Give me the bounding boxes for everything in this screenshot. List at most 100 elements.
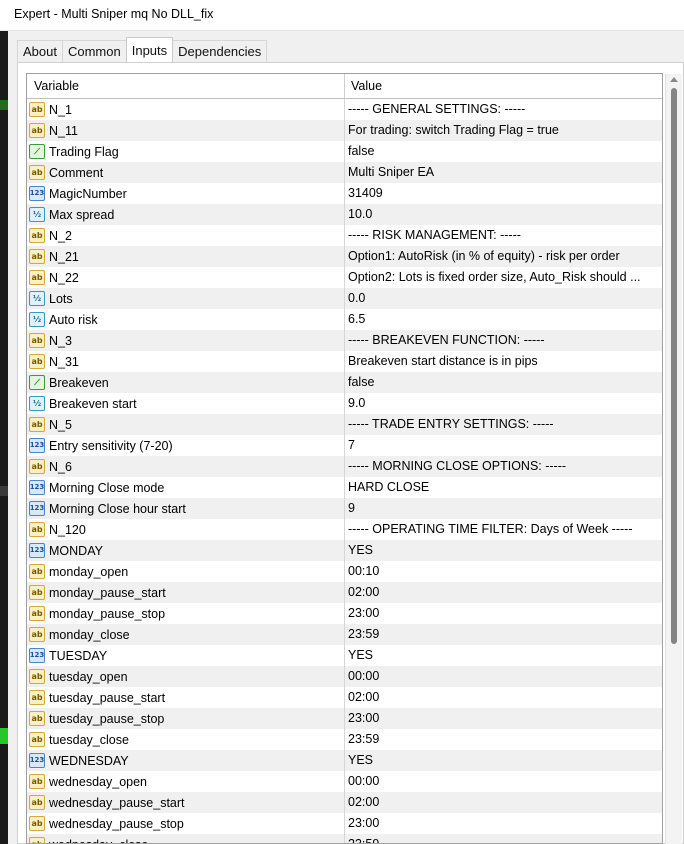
- variable-cell[interactable]: 123 MONDAY: [27, 540, 345, 561]
- table-row[interactable]: 123 MONDAY YES: [27, 540, 662, 561]
- variable-cell[interactable]: 123 Morning Close hour start: [27, 498, 345, 519]
- variable-cell[interactable]: ab N_11: [27, 120, 345, 141]
- variable-cell[interactable]: ab N_120: [27, 519, 345, 540]
- tab-dependencies[interactable]: Dependencies: [172, 40, 268, 62]
- variable-cell[interactable]: ab Comment: [27, 162, 345, 183]
- table-row[interactable]: ab N_21 Option1: AutoRisk (in % of equity)…: [27, 246, 662, 267]
- table-row[interactable]: ⟋ Breakeven false: [27, 372, 662, 393]
- value-cell[interactable]: ----- TRADE ENTRY SETTINGS: -----: [345, 414, 662, 435]
- variable-cell[interactable]: ab N_2: [27, 225, 345, 246]
- table-row[interactable]: ab N_5 ----- TRADE ENTRY SETTINGS: -----: [27, 414, 662, 435]
- variable-cell[interactable]: 123 WEDNESDAY: [27, 750, 345, 771]
- table-row[interactable]: ab monday_pause_start 02:00: [27, 582, 662, 603]
- value-cell[interactable]: HARD CLOSE: [345, 477, 662, 498]
- table-row[interactable]: ½ Breakeven start 9.0: [27, 393, 662, 414]
- column-header-variable[interactable]: Variable: [27, 74, 345, 98]
- value-cell[interactable]: Option2: Lots is fixed order size, Auto_…: [345, 267, 662, 288]
- variable-cell[interactable]: ab N_6: [27, 456, 345, 477]
- table-row[interactable]: ab wednesday_pause_stop 23:00: [27, 813, 662, 834]
- variable-cell[interactable]: ½ Lots: [27, 288, 345, 309]
- value-cell[interactable]: 9: [345, 498, 662, 519]
- table-row[interactable]: ab N_22 Option2: Lots is fixed order size,…: [27, 267, 662, 288]
- table-row[interactable]: 123 WEDNESDAY YES: [27, 750, 662, 771]
- variable-cell[interactable]: ab N_31: [27, 351, 345, 372]
- table-row[interactable]: ab wednesday_pause_start 02:00: [27, 792, 662, 813]
- variable-cell[interactable]: 123 Entry sensitivity (7-20): [27, 435, 345, 456]
- table-row[interactable]: ab N_11 For trading: switch Trading Flag =…: [27, 120, 662, 141]
- table-row[interactable]: 123 Morning Close hour start 9: [27, 498, 662, 519]
- value-cell[interactable]: 7: [345, 435, 662, 456]
- table-row[interactable]: ab N_6 ----- MORNING CLOSE OPTIONS: -----: [27, 456, 662, 477]
- value-cell[interactable]: 31409: [345, 183, 662, 204]
- scroll-thumb[interactable]: [671, 88, 677, 644]
- value-cell[interactable]: 23:00: [345, 813, 662, 834]
- value-cell[interactable]: Breakeven start distance is in pips: [345, 351, 662, 372]
- variable-cell[interactable]: ½ Auto risk: [27, 309, 345, 330]
- value-cell[interactable]: ----- GENERAL SETTINGS: -----: [345, 99, 662, 120]
- table-row[interactable]: ab N_1 ----- GENERAL SETTINGS: -----: [27, 99, 662, 120]
- value-cell[interactable]: Option1: AutoRisk (in % of equity) - ris…: [345, 246, 662, 267]
- value-cell[interactable]: 23:59: [345, 834, 662, 843]
- variable-cell[interactable]: ab wednesday_close: [27, 834, 345, 843]
- table-row[interactable]: ab wednesday_open 00:00: [27, 771, 662, 792]
- value-cell[interactable]: 00:00: [345, 771, 662, 792]
- table-row[interactable]: ½ Max spread 10.0: [27, 204, 662, 225]
- variable-cell[interactable]: ab monday_pause_stop: [27, 603, 345, 624]
- variable-cell[interactable]: ab N_1: [27, 99, 345, 120]
- variable-cell[interactable]: ab tuesday_open: [27, 666, 345, 687]
- value-cell[interactable]: Multi Sniper EA: [345, 162, 662, 183]
- value-cell[interactable]: 23:00: [345, 708, 662, 729]
- value-cell[interactable]: 02:00: [345, 687, 662, 708]
- value-cell[interactable]: ----- MORNING CLOSE OPTIONS: -----: [345, 456, 662, 477]
- variable-cell[interactable]: ab wednesday_pause_start: [27, 792, 345, 813]
- table-row[interactable]: ab tuesday_close 23:59: [27, 729, 662, 750]
- value-cell[interactable]: 23:59: [345, 624, 662, 645]
- table-row[interactable]: ab N_120 ----- OPERATING TIME FILTER: Days…: [27, 519, 662, 540]
- variable-cell[interactable]: ⟋ Breakeven: [27, 372, 345, 393]
- table-row[interactable]: ab tuesday_pause_start 02:00: [27, 687, 662, 708]
- variable-cell[interactable]: 123 MagicNumber: [27, 183, 345, 204]
- value-cell[interactable]: false: [345, 372, 662, 393]
- value-cell[interactable]: 23:59: [345, 729, 662, 750]
- variable-cell[interactable]: ab tuesday_close: [27, 729, 345, 750]
- tab-common[interactable]: Common: [61, 40, 127, 62]
- tab-about[interactable]: About: [17, 40, 63, 62]
- table-row[interactable]: ab N_3 ----- BREAKEVEN FUNCTION: -----: [27, 330, 662, 351]
- window-titlebar[interactable]: Expert - Multi Sniper mq No DLL_fix: [0, 0, 684, 31]
- table-row[interactable]: ab tuesday_open 00:00: [27, 666, 662, 687]
- variable-cell[interactable]: 123 Morning Close mode: [27, 477, 345, 498]
- value-cell[interactable]: 00:00: [345, 666, 662, 687]
- value-cell[interactable]: ----- BREAKEVEN FUNCTION: -----: [345, 330, 662, 351]
- table-row[interactable]: 123 Morning Close mode HARD CLOSE: [27, 477, 662, 498]
- value-cell[interactable]: YES: [345, 645, 662, 666]
- variable-cell[interactable]: ab N_21: [27, 246, 345, 267]
- value-cell[interactable]: YES: [345, 750, 662, 771]
- tab-inputs[interactable]: Inputs: [125, 37, 174, 62]
- variable-cell[interactable]: ab wednesday_pause_stop: [27, 813, 345, 834]
- table-row[interactable]: 123 TUESDAY YES: [27, 645, 662, 666]
- value-cell[interactable]: 00:10: [345, 561, 662, 582]
- value-cell[interactable]: ----- OPERATING TIME FILTER: Days of Wee…: [345, 519, 662, 540]
- table-row[interactable]: ab monday_pause_stop 23:00: [27, 603, 662, 624]
- variable-cell[interactable]: ab monday_pause_start: [27, 582, 345, 603]
- table-row[interactable]: ab tuesday_pause_stop 23:00: [27, 708, 662, 729]
- value-cell[interactable]: 23:00: [345, 603, 662, 624]
- variable-cell[interactable]: ab monday_close: [27, 624, 345, 645]
- value-cell[interactable]: YES: [345, 540, 662, 561]
- table-row[interactable]: 123 MagicNumber 31409: [27, 183, 662, 204]
- variable-cell[interactable]: 123 TUESDAY: [27, 645, 345, 666]
- table-row[interactable]: ab wednesday_close 23:59: [27, 834, 662, 843]
- variable-cell[interactable]: ab wednesday_open: [27, 771, 345, 792]
- variable-cell[interactable]: ab N_5: [27, 414, 345, 435]
- table-row[interactable]: 123 Entry sensitivity (7-20) 7: [27, 435, 662, 456]
- variable-cell[interactable]: ab tuesday_pause_stop: [27, 708, 345, 729]
- variable-cell[interactable]: ab tuesday_pause_start: [27, 687, 345, 708]
- variable-cell[interactable]: ab N_22: [27, 267, 345, 288]
- table-row[interactable]: ½ Auto risk 6.5: [27, 309, 662, 330]
- value-cell[interactable]: false: [345, 141, 662, 162]
- value-cell[interactable]: 02:00: [345, 792, 662, 813]
- variable-cell[interactable]: ½ Breakeven start: [27, 393, 345, 414]
- table-row[interactable]: ⟋ Trading Flag false: [27, 141, 662, 162]
- value-cell[interactable]: ----- RISK MANAGEMENT: -----: [345, 225, 662, 246]
- scroll-up-arrow-icon[interactable]: [670, 77, 678, 82]
